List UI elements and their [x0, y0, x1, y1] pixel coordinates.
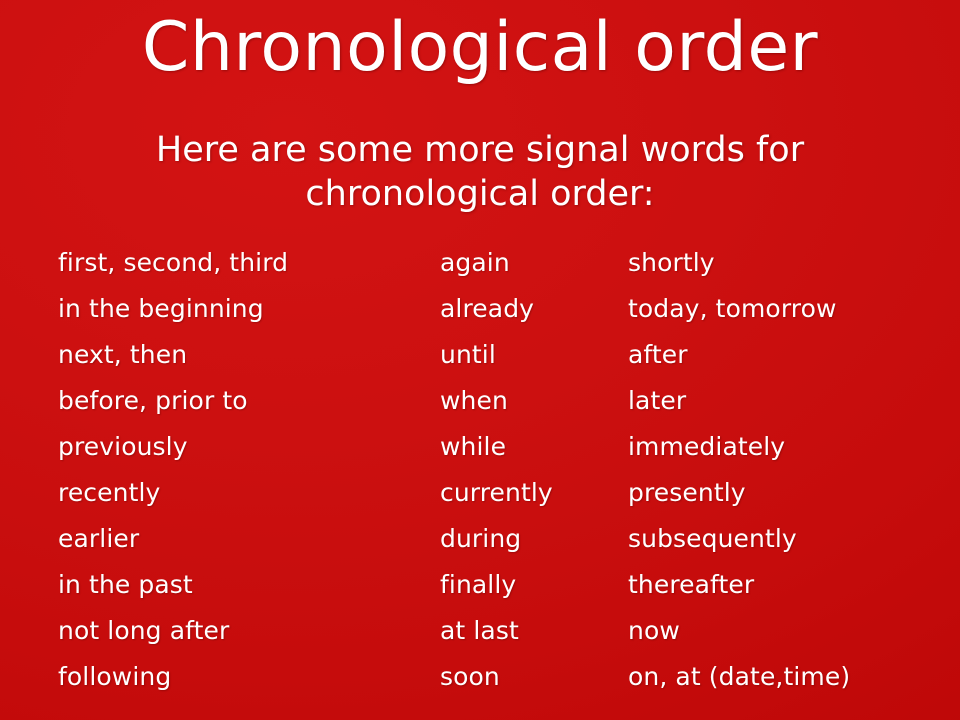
signal-word: immediately [628, 432, 786, 461]
signal-word: later [628, 386, 687, 415]
signal-word: first, second, third [58, 248, 289, 277]
signal-word: already [440, 294, 535, 323]
signal-word: during [440, 524, 522, 553]
signal-word: following [58, 662, 172, 691]
signal-word: subsequently [628, 524, 797, 553]
signal-word-column-3: shortly today, tomorrow after later imme… [628, 240, 948, 700]
signal-word: now [628, 616, 680, 645]
signal-word: after [628, 340, 688, 369]
signal-word: in the past [58, 570, 193, 599]
signal-word: before, prior to [58, 386, 248, 415]
signal-word: while [440, 432, 507, 461]
signal-word: until [440, 340, 496, 369]
signal-word: recently [58, 478, 161, 507]
signal-word: currently [440, 478, 553, 507]
signal-word: shortly [628, 248, 715, 277]
signal-word: at last [440, 616, 519, 645]
signal-word: previously [58, 432, 188, 461]
signal-word: today, tomorrow [628, 294, 837, 323]
page-title: Chronological order [141, 8, 819, 87]
signal-word-column-2: again already until when while currently… [440, 240, 628, 700]
slide-subtitle: Here are some more signal words for chro… [155, 130, 805, 215]
signal-word-column-1: first, second, third in the beginning ne… [58, 240, 440, 700]
signal-word: finally [440, 570, 517, 599]
signal-word: earlier [58, 524, 140, 553]
signal-word: thereafter [628, 570, 755, 599]
signal-word-columns: first, second, third in the beginning ne… [0, 240, 960, 710]
signal-word: again [440, 248, 510, 277]
signal-word: soon [440, 662, 500, 691]
signal-word: presently [628, 478, 746, 507]
slide-canvas: Chronological order Here are some more s… [0, 0, 960, 720]
signal-word: when [440, 386, 508, 415]
signal-word: on, at (date,time) [628, 662, 851, 691]
signal-word: in the beginning [58, 294, 264, 323]
signal-word: not long after [58, 616, 230, 645]
signal-word: next, then [58, 340, 188, 369]
